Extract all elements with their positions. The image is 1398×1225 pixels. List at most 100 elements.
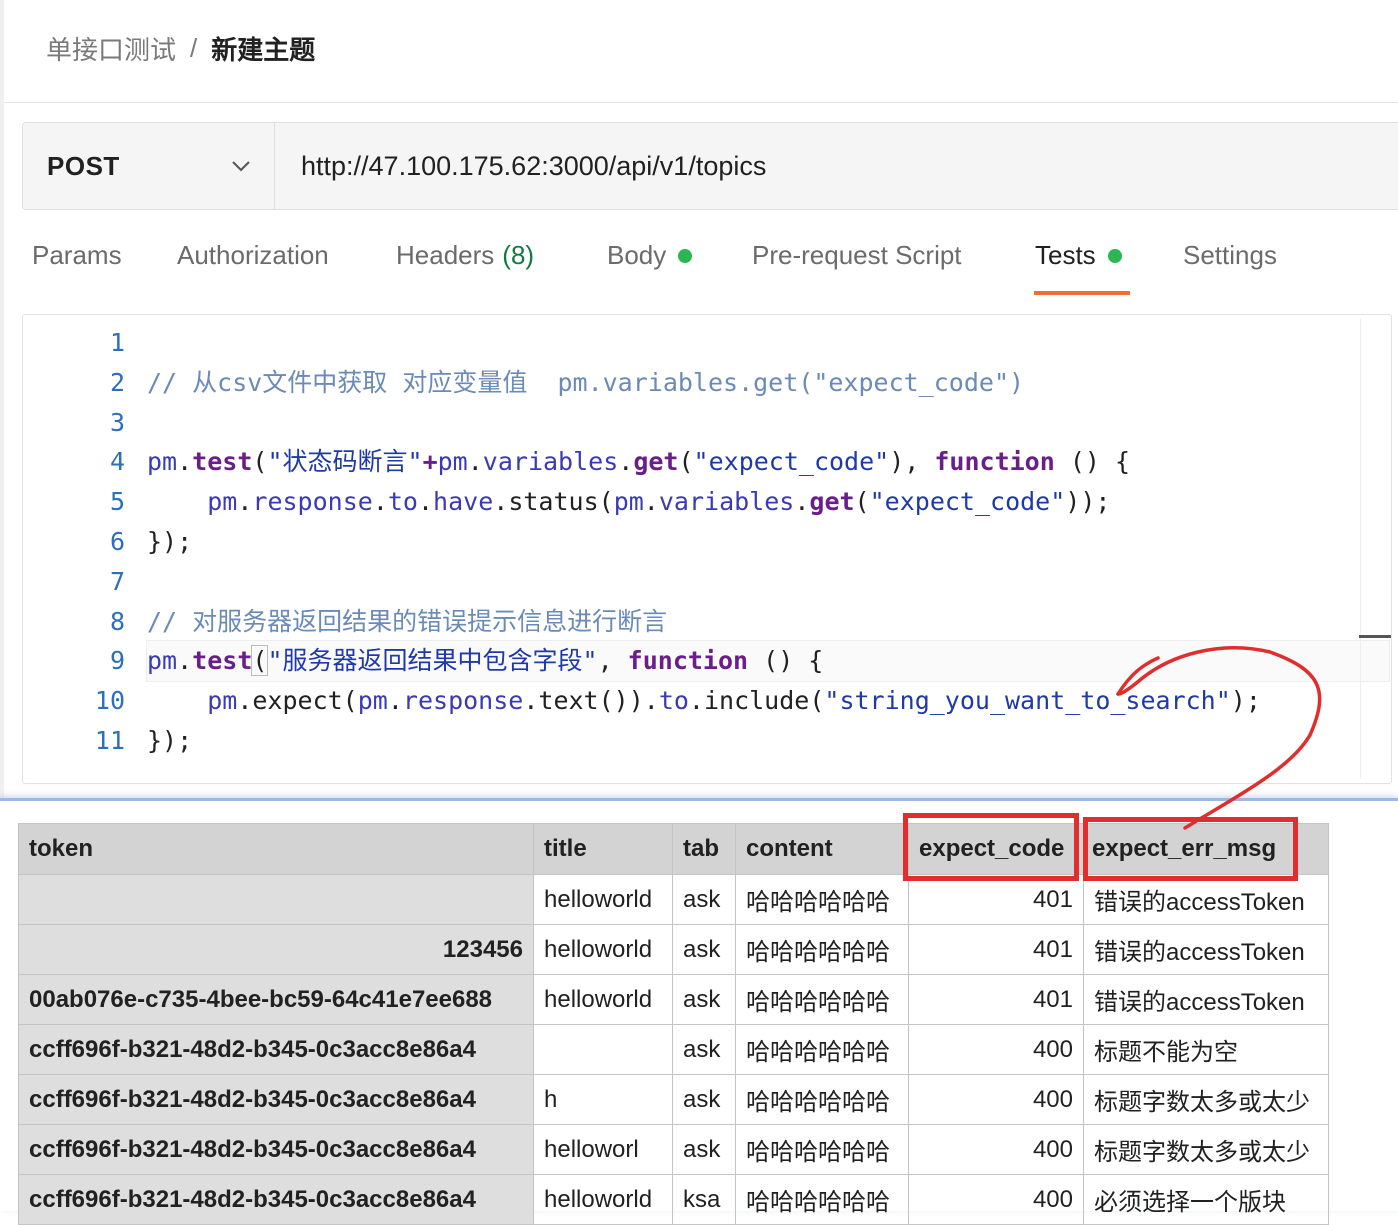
cell-title: helloworld: [533, 1174, 673, 1225]
chevron-down-icon: [232, 161, 250, 172]
cell-token: ccff696f-b321-48d2-b345-0c3acc8e86a4: [18, 1124, 534, 1175]
active-tab-indicator: [1034, 291, 1130, 295]
code-token: (: [854, 487, 870, 517]
breadcrumb-parent[interactable]: 单接口测试: [46, 30, 176, 67]
cell-expect-err-msg: 错误的accessToken: [1083, 924, 1329, 975]
cell-tab: ask: [672, 1024, 736, 1075]
cell-expect-code: 400: [908, 1174, 1084, 1225]
line-number: 11: [94, 725, 125, 755]
url-input[interactable]: http://47.100.175.62:3000/api/v1/topics: [275, 123, 766, 209]
tab-body[interactable]: Body: [607, 240, 693, 271]
tab-authorization[interactable]: Authorization: [177, 240, 329, 271]
cell-expect-code: 400: [908, 1124, 1084, 1175]
request-bar: POST http://47.100.175.62:3000/api/v1/to…: [22, 122, 1398, 210]
editor-scrollbar[interactable]: [1359, 319, 1391, 779]
code-token: (: [251, 645, 269, 677]
column-header-token: token: [18, 823, 534, 875]
csv-table: token title tab content expect_code expe…: [18, 823, 1329, 1225]
code-token: "string_you_want_to_search": [824, 686, 1231, 716]
cell-content: 哈哈哈哈哈哈: [735, 1124, 909, 1175]
code-token: .: [417, 487, 434, 517]
table-row: ccff696f-b321-48d2-b345-0c3acc8e86a4 ask…: [18, 1024, 1329, 1075]
code-token: pm: [147, 447, 178, 477]
code-token: .: [177, 447, 193, 477]
column-header-content: content: [735, 823, 909, 875]
code-token: (: [678, 447, 694, 477]
code-token: .: [387, 686, 403, 716]
tab-settings[interactable]: Settings: [1183, 240, 1277, 271]
code-token: pm: [613, 487, 644, 517]
header-divider: [4, 102, 1398, 103]
left-edge: [0, 0, 4, 800]
cell-token: 123456: [18, 924, 534, 975]
code-token: pm: [437, 447, 468, 477]
tab-label: Pre-request Script: [752, 240, 962, 270]
cell-tab: ask: [672, 924, 736, 975]
tab-pre-request-script[interactable]: Pre-request Script: [752, 240, 962, 271]
code-token: .text()).: [523, 686, 659, 716]
code-token: pm: [207, 686, 238, 716]
cell-tab: ask: [672, 1124, 736, 1175]
line-number: 2: [109, 367, 125, 397]
table-row: ccff696f-b321-48d2-b345-0c3acc8e86a4 hel…: [18, 1124, 1329, 1175]
headers-count: (8): [502, 240, 535, 270]
code-line-10: pm.expect(pm.response.text()).to.include…: [147, 681, 1389, 721]
code-token: );: [1230, 686, 1261, 716]
cell-title: helloworld: [533, 874, 673, 925]
cell-content: 哈哈哈哈哈哈: [735, 1174, 909, 1225]
code-line-4: pm.test("状态码断言"+pm.variables.get("expect…: [147, 442, 1389, 482]
code-token: .: [794, 487, 810, 517]
breadcrumb-current[interactable]: 新建主题: [211, 30, 315, 67]
cell-token: [18, 874, 534, 925]
code-token: .: [372, 487, 388, 517]
cell-title: helloworld: [533, 924, 673, 975]
status-dot-icon: [678, 248, 693, 263]
code-token: to: [658, 686, 689, 716]
cell-expect-code: 401: [908, 924, 1084, 975]
cell-token: ccff696f-b321-48d2-b345-0c3acc8e86a4: [18, 1074, 534, 1125]
cell-expect-err-msg: 错误的accessToken: [1083, 974, 1329, 1025]
code-token: (: [252, 447, 268, 477]
cell-token: ccff696f-b321-48d2-b345-0c3acc8e86a4: [18, 1024, 534, 1075]
cell-tab: ask: [672, 1074, 736, 1125]
cell-content: 哈哈哈哈哈哈: [735, 974, 909, 1025]
table-row: ccff696f-b321-48d2-b345-0c3acc8e86a4 hel…: [18, 1174, 1329, 1225]
tab-label: Tests: [1035, 240, 1096, 270]
cell-expect-err-msg: 错误的accessToken: [1083, 874, 1329, 925]
line-number: 5: [109, 487, 125, 517]
code-token: ),: [889, 447, 935, 477]
code-token: .: [467, 447, 483, 477]
cell-expect-code: 401: [908, 974, 1084, 1025]
tab-tests[interactable]: Tests: [1035, 240, 1122, 271]
cell-content: 哈哈哈哈哈哈: [735, 924, 909, 975]
code-token: .: [177, 646, 193, 676]
code-token: .: [643, 487, 659, 517]
tab-params[interactable]: Params: [32, 240, 122, 271]
column-header-title: title: [533, 823, 673, 875]
line-number-gutter: 1 2 3 4 5 6 7 8 9 10 11: [63, 323, 125, 761]
code-token: variables: [658, 487, 795, 517]
code-line-9: pm.test("服务器返回结果中包含字段", function () {: [146, 640, 1390, 683]
line-number: 4: [109, 447, 125, 477]
tests-code-editor[interactable]: 1 2 3 4 5 6 7 8 9 10 11 // 从csv文件中获取 对应变…: [22, 314, 1392, 784]
tab-label: Headers: [396, 240, 495, 270]
code-token: () {: [1054, 447, 1131, 477]
code-comment: // 从csv文件中获取 对应变量值 pm.variables.get("exp…: [147, 367, 1025, 397]
cell-expect-code: 400: [908, 1074, 1084, 1125]
line-number: 10: [94, 686, 125, 716]
status-dot-icon: [1107, 248, 1122, 263]
code-token: .: [237, 487, 253, 517]
code-token: +: [422, 447, 438, 477]
code-lines: // 从csv文件中获取 对应变量值 pm.variables.get("exp…: [146, 323, 1390, 761]
code-token: get: [809, 487, 855, 517]
method-select[interactable]: POST: [23, 123, 275, 209]
table-row: 123456 helloworld ask 哈哈哈哈哈哈 401 错误的acce…: [18, 924, 1329, 975]
cell-expect-err-msg: 标题不能为空: [1083, 1024, 1329, 1075]
code-token: pm: [357, 686, 388, 716]
cell-title: helloworl: [533, 1124, 673, 1175]
tab-headers[interactable]: Headers (8): [396, 240, 534, 271]
